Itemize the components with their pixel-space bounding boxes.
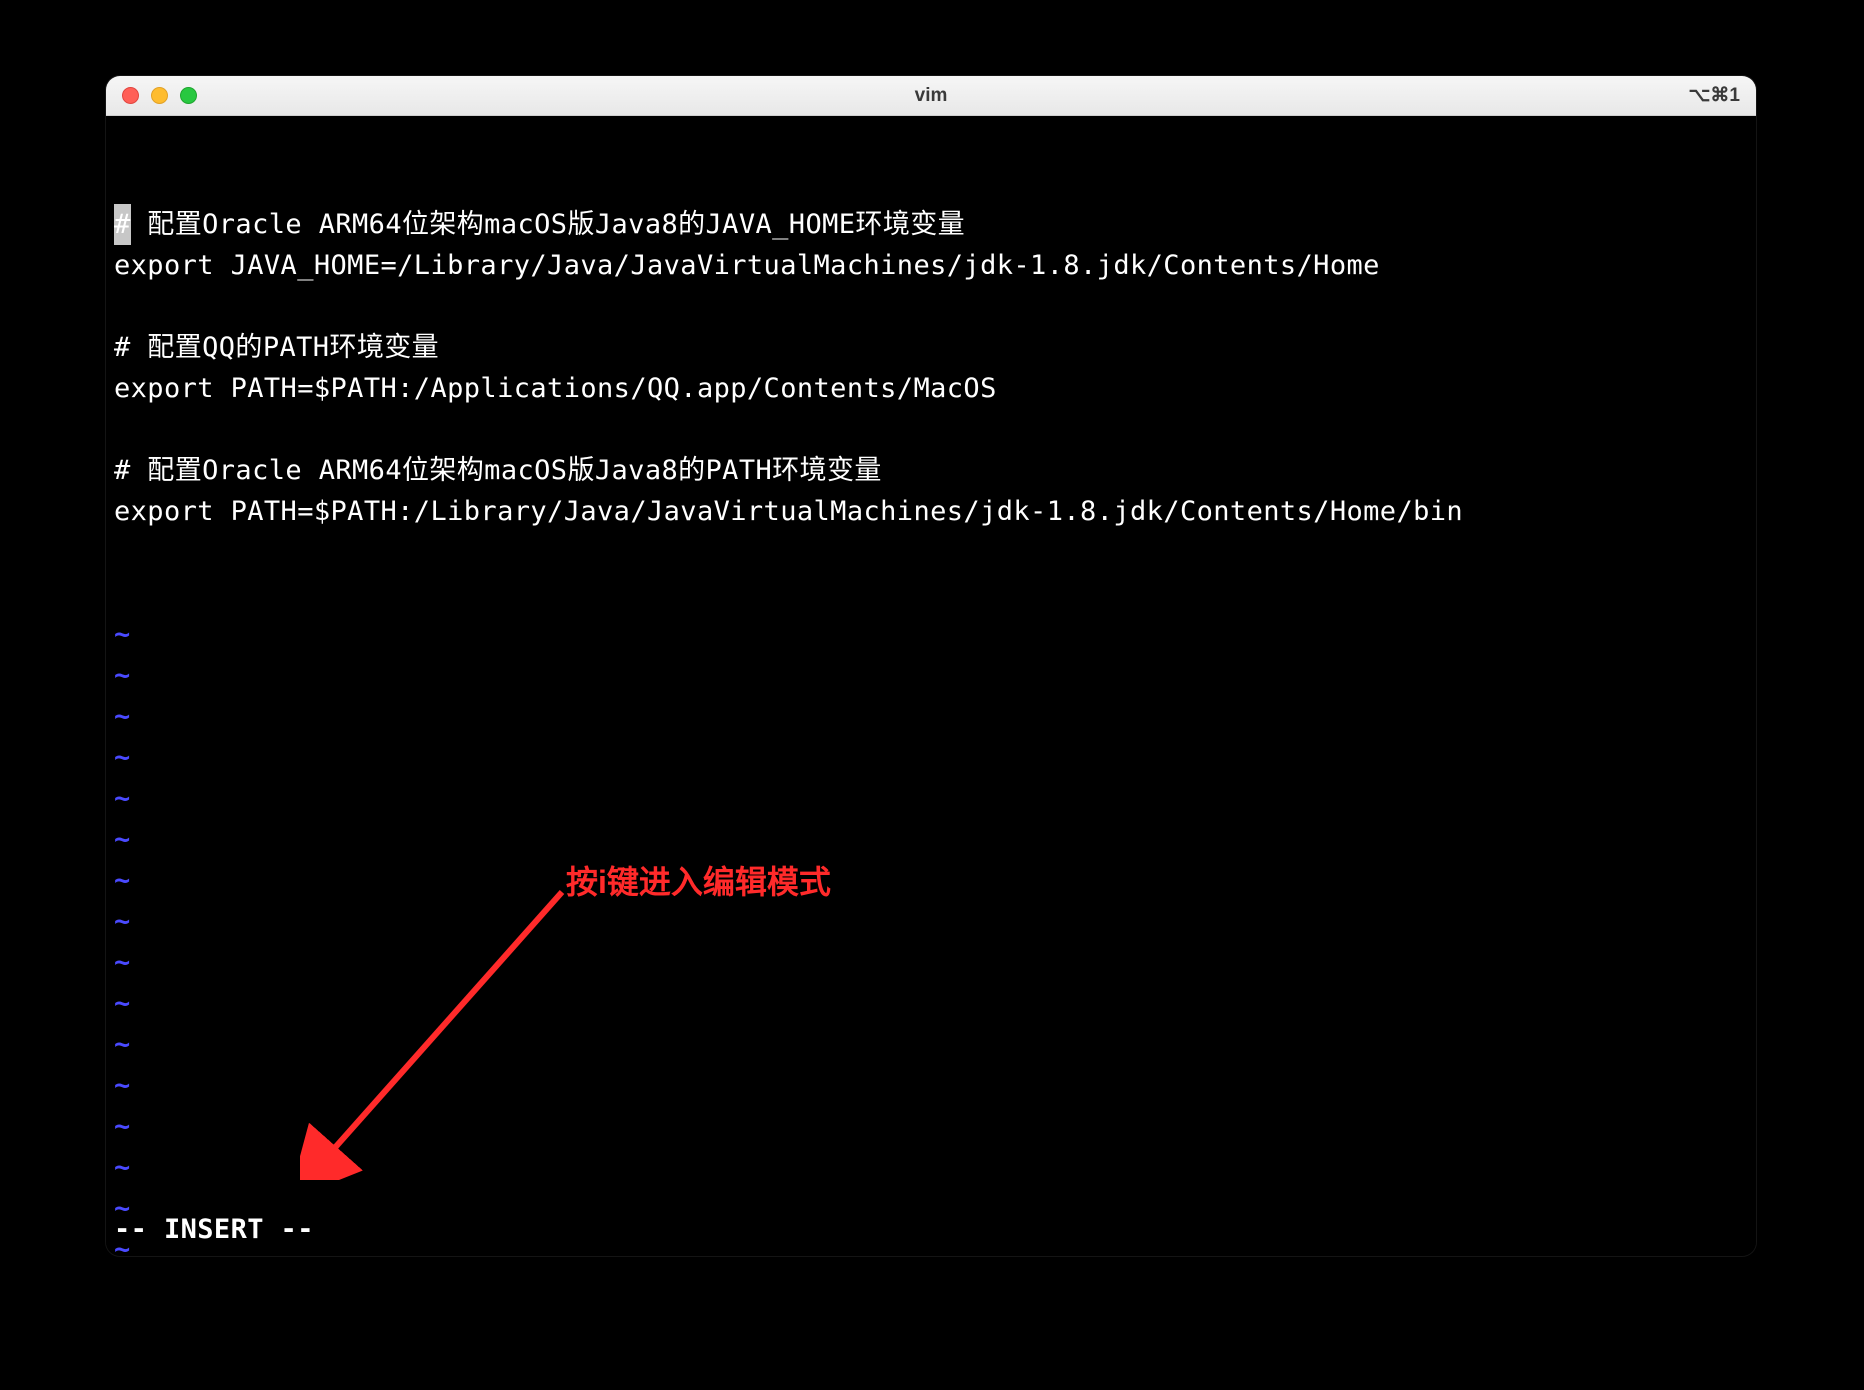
editor-line: export PATH=$PATH:/Library/Java/JavaVirt…	[114, 491, 1748, 532]
vim-tilde: ~	[114, 655, 1748, 696]
vim-tilde: ~	[114, 1106, 1748, 1147]
terminal-window: vim ⌥⌘1 # 配置Oracle ARM64位架构macOS版Java8的J…	[106, 76, 1756, 1256]
vim-statusline: -- INSERT --	[114, 1209, 1748, 1250]
vim-tilde: ~	[114, 983, 1748, 1024]
vim-tilde: ~	[114, 1065, 1748, 1106]
editor-lines: # 配置Oracle ARM64位架构macOS版Java8的JAVA_HOME…	[114, 204, 1748, 532]
vim-tilde: ~	[114, 1024, 1748, 1065]
editor-line: # 配置QQ的PATH环境变量	[114, 327, 1748, 368]
vim-tilde: ~	[114, 778, 1748, 819]
vim-tilde: ~	[114, 696, 1748, 737]
window-shortcut-indicator: ⌥⌘1	[1689, 84, 1740, 107]
editor-line: # 配置Oracle ARM64位架构macOS版Java8的PATH环境变量	[114, 450, 1748, 491]
editor-line	[114, 286, 1748, 327]
vim-tilde: ~	[114, 737, 1748, 778]
vim-tilde: ~	[114, 614, 1748, 655]
vim-tilde: ~	[114, 942, 1748, 983]
editor-tildes: ~~~~~~~~~~~~~~~~	[114, 614, 1748, 1256]
vim-tilde: ~	[114, 819, 1748, 860]
editor-line: export JAVA_HOME=/Library/Java/JavaVirtu…	[114, 245, 1748, 286]
vim-tilde: ~	[114, 901, 1748, 942]
vim-tilde: ~	[114, 860, 1748, 901]
editor-line: export PATH=$PATH:/Applications/QQ.app/C…	[114, 368, 1748, 409]
vim-tilde: ~	[114, 1147, 1748, 1188]
window-title: vim	[106, 85, 1756, 107]
cursor	[114, 204, 131, 245]
titlebar: vim ⌥⌘1	[106, 76, 1756, 116]
editor-line	[114, 409, 1748, 450]
editor-line: # 配置Oracle ARM64位架构macOS版Java8的JAVA_HOME…	[114, 204, 1748, 245]
terminal-editor-area[interactable]: # 配置Oracle ARM64位架构macOS版Java8的JAVA_HOME…	[106, 116, 1756, 1256]
